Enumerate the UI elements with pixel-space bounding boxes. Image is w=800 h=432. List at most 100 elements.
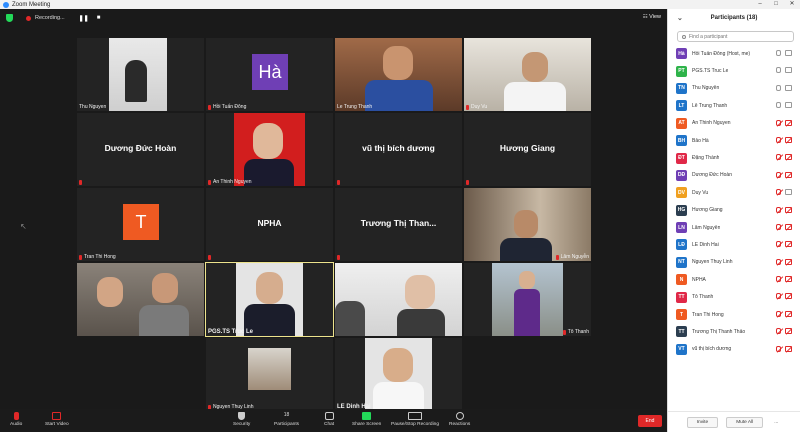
participant-status [776,293,792,300]
participant-name: Hương Giang [692,207,723,214]
video-tile[interactable]: Dương Đức Hoàn [77,113,204,186]
video-tile[interactable]: Lâm Nguyễn [464,188,591,261]
participant-row[interactable]: BH Bảo Hà [668,132,800,149]
security-button[interactable]: Security [233,412,250,427]
participant-row[interactable]: HG Hương Giang [668,202,800,219]
video-tile[interactable]: Nguyen Thuy Linh [206,338,333,411]
muted-mic-icon [79,180,82,185]
participant-row[interactable]: N NPHA [668,271,800,288]
participant-row[interactable]: LT Lê Trung Thanh [668,97,800,114]
video-tile-active-speaker[interactable]: PGS.TS Truc Le [205,262,334,337]
participant-row[interactable]: NT Nguyen Thuy Linh [668,254,800,271]
avatar: TT [676,326,687,338]
more-options-button[interactable]: ... [771,418,781,427]
end-meeting-button[interactable]: End [638,415,662,427]
participant-row[interactable]: LĐ LE Dinh Hai [668,236,800,253]
shirt [365,80,433,111]
shirt [504,82,566,111]
tile-name: An Thinh Nguyen [208,179,252,185]
participant-status [776,223,792,230]
participant-status [776,328,792,335]
muted-mic-icon [562,329,566,335]
minimize-button[interactable]: – [752,0,768,9]
view-button[interactable]: ☷ View [643,14,661,20]
security-shield-icon[interactable] [6,14,13,22]
participant-row[interactable]: PT PGS.TS Truc Le [668,62,800,79]
video-tile[interactable]: Hương Giang [464,113,591,186]
face [253,123,283,159]
participant-status [776,206,792,213]
participant-row[interactable]: AT An Thinh Nguyen [668,115,800,132]
shirt [373,382,424,411]
share-screen-button[interactable]: Share Screen [352,412,381,427]
chat-button[interactable]: Chat [324,412,334,427]
shirt [139,305,189,336]
participant-row[interactable]: DĐ Dương Đức Hoàn [668,167,800,184]
tile-name: Lâm Nguyễn [555,254,589,260]
search-icon [682,34,686,39]
participant-status [776,119,792,126]
video-tile[interactable]: T Tran Thi Hong [77,188,204,261]
video-tile[interactable]: An Thinh Nguyen [206,113,333,186]
display-name: vũ thị bích dương [362,143,435,153]
participant-row[interactable]: TN Thu Nguyễn [668,80,800,97]
video-tile[interactable]: Duy Vu [464,38,591,111]
video-off-icon [785,310,792,317]
shield-icon [238,412,246,420]
video-tile[interactable] [335,263,462,336]
avatar: TN [676,82,687,94]
face [514,210,538,238]
face [256,272,283,304]
start-video-button[interactable]: Start Video [45,412,69,427]
video-icon [785,84,792,91]
participant-status [776,102,792,109]
participant-row[interactable]: TT Trương Thị Thanh Thảo [668,323,800,340]
tile-name [337,255,340,260]
muted-mic-icon [208,255,211,260]
pause-stop-recording-button[interactable]: Pause/Stop Recording [391,412,439,427]
participant-row[interactable]: Hà Hồi Tuấn Đông (Host, me) [668,45,800,62]
shirt [500,238,552,261]
collapse-chevron-icon[interactable]: ⌄ [677,14,683,22]
participant-status [776,189,792,196]
participant-list: Hà Hồi Tuấn Đông (Host, me) PT PGS.TS Truc … [668,45,800,358]
participants-panel: ⌄ Participants (18) Hà Hồi Tuấn Đông (Hos… [667,9,800,432]
participant-name: Hồi Tuấn Đông (Host, me) [692,50,751,57]
video-tile[interactable]: Thu Nguyen [77,38,204,111]
search-input[interactable] [689,33,789,40]
video-tile[interactable]: Le Trung Thanh [335,38,462,111]
video-tile[interactable]: Trương Thị Than... [335,188,462,261]
participant-row[interactable]: ĐT Đặng Thành [668,149,800,166]
audio-button[interactable]: Audio [10,412,22,427]
video-tile[interactable] [77,263,204,336]
participant-status [776,345,792,352]
participant-row[interactable]: VT vũ thị bích dương [668,341,800,358]
mute-all-button[interactable]: Mute All [726,416,764,428]
stop-recording-icon[interactable]: ■ [97,15,101,21]
people-icon: 18 [283,412,290,418]
video-tile[interactable]: Tô Thanh [464,263,591,336]
invite-button[interactable]: Invite [686,416,719,428]
close-button[interactable]: ✕ [784,0,800,9]
video-tile[interactable]: vũ thị bích dương [335,113,462,186]
participant-name: Tô Thanh [692,294,714,301]
participant-row[interactable]: DV Duy Vu [668,184,800,201]
maximize-button[interactable]: □ [768,0,784,9]
participant-row[interactable]: T Tran Thi Hong [668,306,800,323]
video-tile[interactable]: NPHA [206,188,333,261]
pause-recording-icon[interactable]: ❚❚ [79,15,89,22]
video-off-icon [785,206,792,213]
reactions-button[interactable]: Reactions [449,412,470,427]
participant-row[interactable]: LN Lâm Nguyễn [668,219,800,236]
video-tile[interactable]: Hà Hồi Tuấn Đông [206,38,333,111]
cursor-icon: ↖ [20,222,27,231]
face [383,46,413,80]
profile-picture [248,348,291,390]
video-tile[interactable]: LE Dinh Hai [335,338,462,411]
participants-button[interactable]: 18 Participants [274,412,299,427]
participant-search[interactable] [677,31,794,42]
avatar: DĐ [676,169,687,181]
window-title: Zoom Meeting [12,1,51,8]
participant-row[interactable]: TT Tô Thanh [668,288,800,305]
tile-name: Le Trung Thanh [337,104,373,110]
